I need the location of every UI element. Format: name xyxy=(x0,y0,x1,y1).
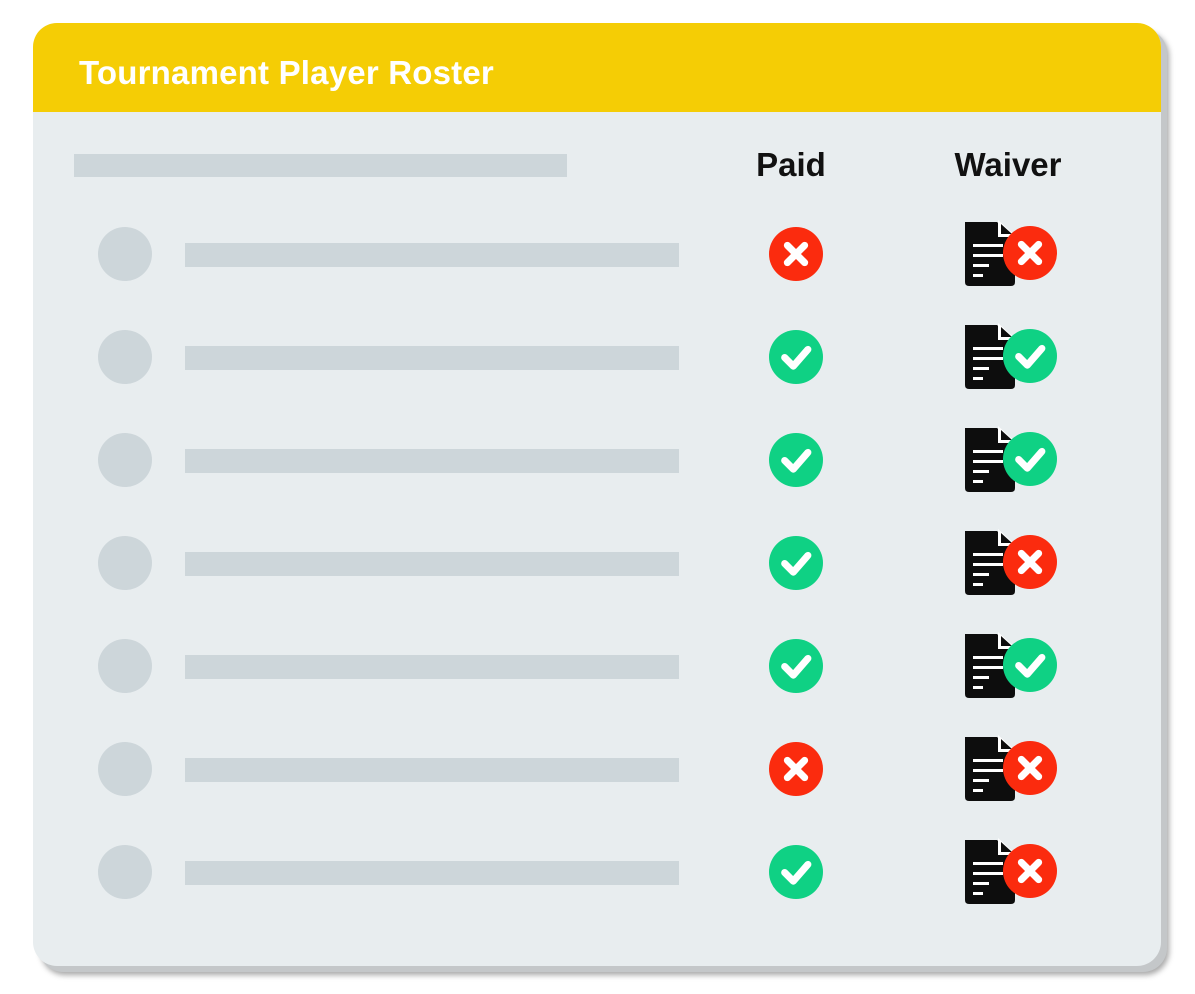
card-header: Tournament Player Roster xyxy=(33,23,1161,112)
waiver-missing-icon xyxy=(961,527,1057,597)
player-name-placeholder xyxy=(185,449,679,473)
paid-column-header: Paid xyxy=(756,146,826,183)
player-name-placeholder xyxy=(185,346,679,370)
waiver-signed-icon xyxy=(961,424,1057,494)
avatar xyxy=(98,845,152,899)
waiver-missing-icon xyxy=(961,836,1057,906)
card-title: Tournament Player Roster xyxy=(79,54,494,91)
player-row[interactable] xyxy=(33,735,1161,801)
player-row[interactable] xyxy=(33,323,1161,389)
avatar xyxy=(98,536,152,590)
player-name-placeholder xyxy=(185,861,679,885)
unpaid-x-icon xyxy=(769,227,823,281)
paid-check-icon xyxy=(769,330,823,384)
roster-card: Tournament Player Roster Paid Waiver xyxy=(33,23,1161,966)
player-row[interactable] xyxy=(33,632,1161,698)
player-name-placeholder xyxy=(185,243,679,267)
player-row[interactable] xyxy=(33,426,1161,492)
waiver-column-header: Waiver xyxy=(954,146,1062,183)
waiver-missing-icon xyxy=(961,733,1057,803)
waiver-missing-icon xyxy=(961,218,1057,288)
player-row[interactable] xyxy=(33,838,1161,904)
avatar xyxy=(98,227,152,281)
player-name-placeholder xyxy=(185,758,679,782)
player-name-placeholder xyxy=(185,655,679,679)
avatar xyxy=(98,433,152,487)
paid-check-icon xyxy=(769,639,823,693)
player-row[interactable] xyxy=(33,220,1161,286)
unpaid-x-icon xyxy=(769,742,823,796)
waiver-signed-icon xyxy=(961,630,1057,700)
paid-check-icon xyxy=(769,536,823,590)
paid-check-icon xyxy=(769,433,823,487)
name-column-header-placeholder xyxy=(74,154,567,177)
player-name-placeholder xyxy=(185,552,679,576)
avatar xyxy=(98,330,152,384)
avatar xyxy=(98,639,152,693)
waiver-signed-icon xyxy=(961,321,1057,391)
player-row[interactable] xyxy=(33,529,1161,595)
avatar xyxy=(98,742,152,796)
paid-check-icon xyxy=(769,845,823,899)
